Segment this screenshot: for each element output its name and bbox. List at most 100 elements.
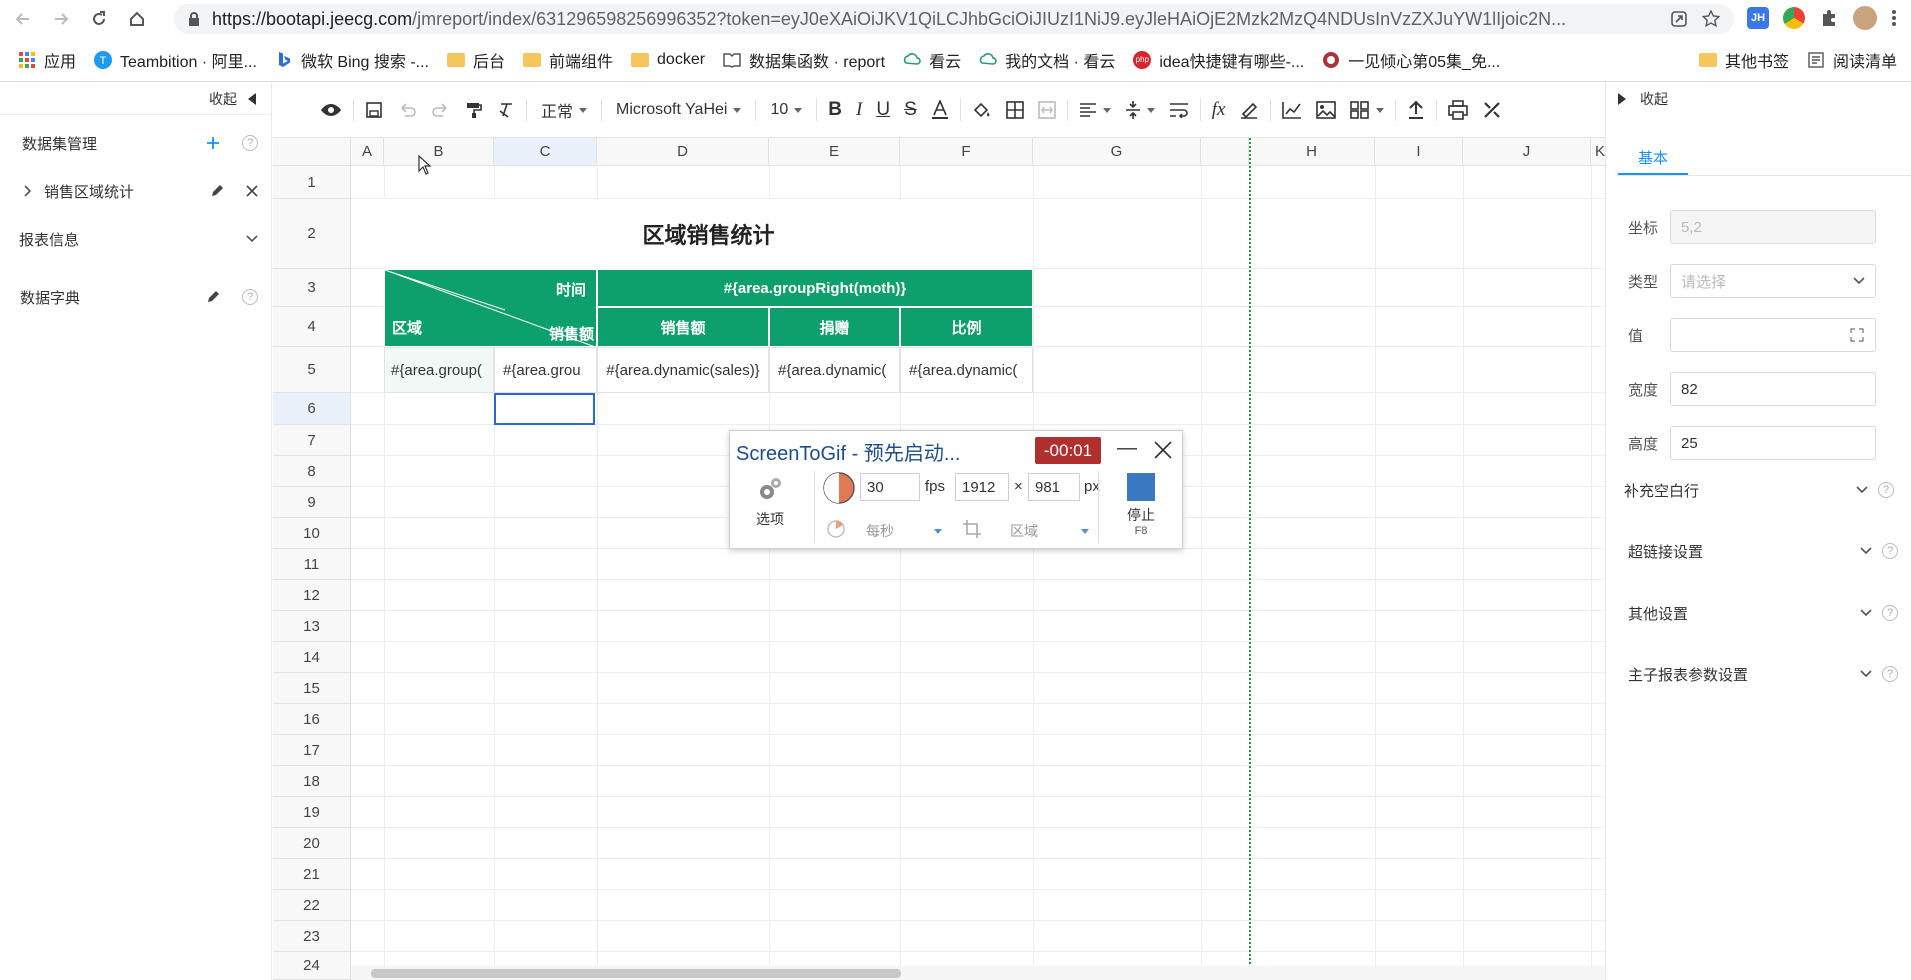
fill-color-button[interactable] <box>965 83 999 138</box>
stg-minimize-button[interactable]: — <box>1117 437 1137 460</box>
font-size-select[interactable]: 10 <box>760 83 812 138</box>
col-header-d[interactable]: D <box>597 138 769 166</box>
diagonal-header-cell[interactable]: 时间 区域 销售额 <box>384 269 597 347</box>
add-dataset-icon[interactable] <box>206 136 220 150</box>
function-button[interactable]: fx <box>1205 83 1233 138</box>
selected-cell-c6[interactable] <box>494 393 595 425</box>
cell-c5[interactable]: #{area.grou <box>494 347 597 393</box>
undo-button[interactable] <box>390 83 424 138</box>
bookmark-teambition[interactable]: T Teambition · 阿里... <box>94 48 257 72</box>
cell-f5[interactable]: #{area.dynamic( <box>900 347 1033 393</box>
group-right-cell[interactable]: #{area.groupRight(moth)} <box>597 269 1033 307</box>
italic-button[interactable]: I <box>849 83 869 138</box>
help-icon[interactable]: ? <box>1882 543 1898 559</box>
help-icon[interactable]: ? <box>1882 666 1898 682</box>
forward-button[interactable] <box>46 4 76 34</box>
more-menu-icon[interactable] <box>1891 8 1897 28</box>
upload-button[interactable] <box>1400 83 1432 138</box>
share-icon[interactable] <box>1670 10 1688 28</box>
col-header-c[interactable]: C <box>494 138 597 166</box>
insert-image-button[interactable] <box>1309 83 1343 138</box>
col-header-b[interactable]: B <box>384 138 494 166</box>
row-header[interactable]: 8 <box>273 456 351 487</box>
print-button[interactable] <box>1441 83 1475 138</box>
chevron-down-icon[interactable] <box>1860 609 1872 617</box>
edit-pencil-icon[interactable] <box>206 290 220 304</box>
section-master-sub-params[interactable]: 主子报表参数设置 ? <box>1628 657 1898 691</box>
stg-fps-input[interactable]: 30 <box>860 473 920 501</box>
vertical-align-button[interactable] <box>1118 83 1162 138</box>
chevron-down-icon[interactable] <box>1860 547 1872 555</box>
profile-avatar[interactable] <box>1853 6 1877 30</box>
bookmark-backend[interactable]: 后台 <box>446 48 505 72</box>
stg-height-input[interactable]: 981 <box>1028 473 1080 501</box>
row-header[interactable]: 4 <box>273 307 351 347</box>
stg-close-icon[interactable] <box>1154 441 1172 459</box>
help-icon[interactable]: ? <box>242 289 258 305</box>
bookmark-other[interactable]: 其他书签 <box>1698 48 1789 72</box>
home-button[interactable] <box>122 4 152 34</box>
row-header[interactable]: 19 <box>273 797 351 828</box>
right-collapse[interactable]: 收起 <box>1606 83 1911 115</box>
section-blank-rows[interactable]: 补充空白行 ? <box>1624 473 1894 507</box>
bookmark-my-docs[interactable]: 我的文档 · 看云 <box>979 48 1115 72</box>
puzzle-extensions-icon[interactable] <box>1819 8 1839 28</box>
border-button[interactable] <box>999 83 1031 138</box>
chevron-right-icon[interactable] <box>24 185 32 197</box>
row-header[interactable]: 23 <box>273 921 351 952</box>
section-hyperlink[interactable]: 超链接设置 ? <box>1628 534 1898 568</box>
redo-button[interactable] <box>424 83 458 138</box>
coord-input[interactable]: 5,2 <box>1670 210 1876 244</box>
tab-basic[interactable]: 基本 <box>1618 141 1688 175</box>
row-header[interactable]: 3 <box>273 269 351 307</box>
row-header[interactable]: 14 <box>273 642 351 673</box>
row-header[interactable]: 18 <box>273 766 351 797</box>
row-header[interactable]: 9 <box>273 487 351 518</box>
bookmark-kanyun[interactable]: 看云 <box>903 48 961 72</box>
cell-b5[interactable]: #{area.group( <box>384 347 494 393</box>
horizontal-align-button[interactable] <box>1072 83 1118 138</box>
expand-icon[interactable] <box>1849 327 1865 343</box>
report-title-cell[interactable]: 区域销售统计 <box>384 199 1033 269</box>
jh-extension-icon[interactable]: JH <box>1747 7 1769 29</box>
height-input[interactable]: 25 <box>1670 426 1876 460</box>
tools-button[interactable] <box>1475 83 1509 138</box>
merge-cells-button[interactable] <box>1031 83 1063 138</box>
number-format-select[interactable]: 正常 <box>531 83 597 138</box>
col-header-g-ext[interactable] <box>1201 138 1249 166</box>
header-ratio-cell[interactable]: 比例 <box>900 307 1033 347</box>
chrome-extension-icon[interactable] <box>1783 7 1805 29</box>
type-select[interactable]: 请选择 <box>1670 264 1876 298</box>
row-header[interactable]: 7 <box>273 425 351 456</box>
star-icon[interactable] <box>1702 10 1720 28</box>
cell-d5[interactable]: #{area.dynamic(sales)} <box>597 347 769 393</box>
font-family-select[interactable]: Microsoft YaHei <box>606 83 751 138</box>
width-input[interactable]: 82 <box>1670 372 1876 406</box>
row-header[interactable]: 2 <box>273 199 351 269</box>
url-input[interactable]: https://bootapi.jeecg.com/jmreport/index… <box>174 4 1734 34</box>
strikethrough-button[interactable]: S <box>897 83 924 138</box>
col-header-e[interactable]: E <box>769 138 900 166</box>
bookmark-episode[interactable]: 一见倾心第05集_免... <box>1322 48 1500 72</box>
horizontal-scrollbar[interactable] <box>351 966 1605 980</box>
row-header[interactable]: 15 <box>273 673 351 704</box>
bookmark-docker[interactable]: docker <box>631 51 705 69</box>
clear-format-button[interactable] <box>490 83 522 138</box>
row-header[interactable]: 24 <box>273 952 351 980</box>
formula-button[interactable] <box>1232 83 1266 138</box>
bookmark-idea-shortcuts[interactable]: php idea快捷键有哪些-... <box>1133 48 1304 72</box>
stg-width-input[interactable]: 1912 <box>955 473 1009 501</box>
row-header[interactable]: 10 <box>273 518 351 549</box>
report-info-row[interactable]: 报表信息 <box>0 221 272 257</box>
preview-button[interactable] <box>313 83 349 138</box>
row-header[interactable]: 21 <box>273 859 351 890</box>
insert-component-button[interactable] <box>1343 83 1391 138</box>
row-header[interactable]: 11 <box>273 549 351 580</box>
chevron-down-icon[interactable] <box>246 235 258 243</box>
section-other[interactable]: 其他设置 ? <box>1628 596 1898 630</box>
row-header[interactable]: 22 <box>273 890 351 921</box>
per-second-select[interactable]: 每秒 <box>866 521 894 541</box>
row-header[interactable]: 16 <box>273 704 351 735</box>
row-header[interactable]: 12 <box>273 580 351 611</box>
region-select[interactable]: 区域 <box>1010 521 1038 541</box>
